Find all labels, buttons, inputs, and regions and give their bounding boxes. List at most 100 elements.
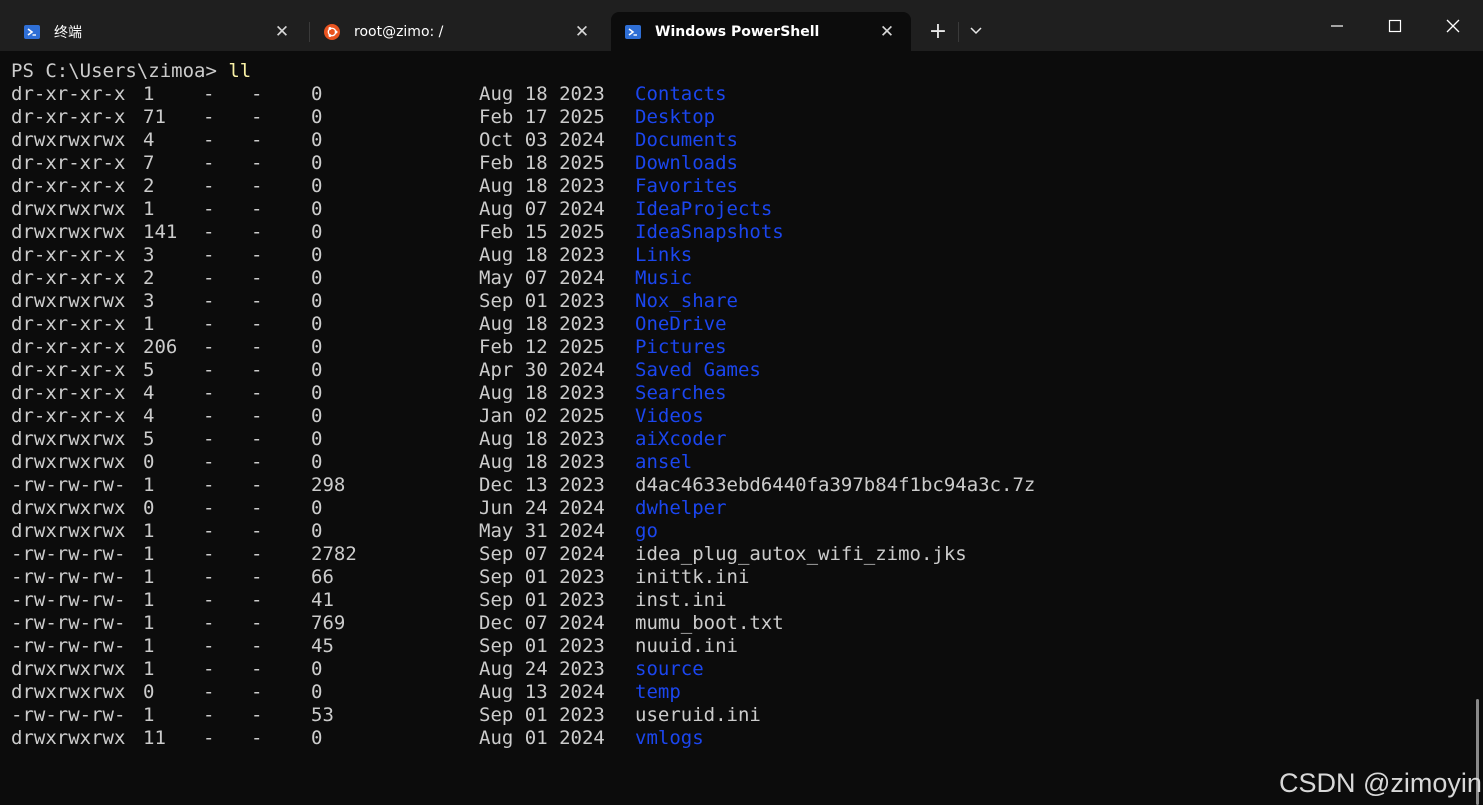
group: - xyxy=(251,198,263,220)
modified-date: Sep 01 2023 xyxy=(479,566,605,588)
group: - xyxy=(251,267,263,289)
link-count: 7 xyxy=(143,152,155,174)
modified-date: Sep 01 2023 xyxy=(479,635,605,657)
group: - xyxy=(251,221,263,243)
file-mode: drwxrwxrwx xyxy=(11,198,126,220)
directory-name: aiXcoder xyxy=(635,428,727,450)
link-count: 1 xyxy=(143,612,155,634)
group: - xyxy=(251,635,263,657)
tab-dropdown-button[interactable] xyxy=(962,17,990,45)
owner: - xyxy=(203,543,215,565)
link-count: 5 xyxy=(143,359,155,381)
owner: - xyxy=(203,106,215,128)
directory-name: IdeaProjects xyxy=(635,198,773,220)
modified-date: May 31 2024 xyxy=(479,520,605,542)
group: - xyxy=(251,405,263,427)
file-mode: dr-xr-xr-x xyxy=(11,382,126,404)
file-size: 0 xyxy=(311,727,323,749)
file-size: 53 xyxy=(311,704,334,726)
minimize-icon xyxy=(1331,25,1343,27)
directory-name: OneDrive xyxy=(635,313,727,335)
group: - xyxy=(251,336,263,358)
file-mode: dr-xr-xr-x xyxy=(11,267,126,289)
tab-ubuntu[interactable]: root@zimo: / ✕ xyxy=(310,12,606,51)
owner: - xyxy=(203,405,215,427)
file-size: 0 xyxy=(311,129,323,151)
group: - xyxy=(251,428,263,450)
file-mode: -rw-rw-rw- xyxy=(11,704,126,726)
owner: - xyxy=(203,497,215,519)
close-tab-icon[interactable]: ✕ xyxy=(570,20,594,44)
link-count: 71 xyxy=(143,106,166,128)
new-tab-button[interactable]: + xyxy=(924,17,952,45)
owner: - xyxy=(203,566,215,588)
maximize-button[interactable] xyxy=(1372,8,1418,44)
tab-terminal[interactable]: 终端 ✕ xyxy=(10,12,306,51)
group: - xyxy=(251,704,263,726)
link-count: 0 xyxy=(143,681,155,703)
typed-command: ll xyxy=(228,60,252,82)
owner: - xyxy=(203,635,215,657)
owner: - xyxy=(203,681,215,703)
tab-windows-powershell[interactable]: Windows PowerShell ✕ xyxy=(611,12,911,51)
directory-name: temp xyxy=(635,681,681,703)
modified-date: Oct 03 2024 xyxy=(479,129,605,151)
close-window-button[interactable] xyxy=(1430,8,1476,44)
group: - xyxy=(251,359,263,381)
file-mode: -rw-rw-rw- xyxy=(11,474,126,496)
file-size: 0 xyxy=(311,198,323,220)
file-name: inittk.ini xyxy=(635,566,750,588)
owner: - xyxy=(203,451,215,473)
modified-date: Aug 18 2023 xyxy=(479,382,605,404)
directory-name: Music xyxy=(635,267,693,289)
group: - xyxy=(251,106,263,128)
link-count: 206 xyxy=(143,336,178,358)
file-mode: -rw-rw-rw- xyxy=(11,589,126,611)
file-mode: dr-xr-xr-x xyxy=(11,359,126,381)
modified-date: Sep 01 2023 xyxy=(479,704,605,726)
group: - xyxy=(251,129,263,151)
owner: - xyxy=(203,704,215,726)
title-bar: 终端 ✕ root@zimo: / ✕ Windows PowerShell ✕… xyxy=(0,0,1483,51)
link-count: 5 xyxy=(143,428,155,450)
file-mode: -rw-rw-rw- xyxy=(11,635,126,657)
modified-date: Feb 15 2025 xyxy=(479,221,605,243)
file-mode: drwxrwxrwx xyxy=(11,428,126,450)
group: - xyxy=(251,313,263,335)
file-mode: drwxrwxrwx xyxy=(11,681,126,703)
owner: - xyxy=(203,290,215,312)
modified-date: Aug 18 2023 xyxy=(479,428,605,450)
file-name: d4ac4633ebd6440fa397b84f1bc94a3c.7z xyxy=(635,474,1036,496)
terminal-output[interactable]: PS C:\Users\zimoa> ll dr-xr-xr-x 1- -0 Aug … xyxy=(0,51,1483,805)
file-size: 0 xyxy=(311,382,323,404)
directory-name: Contacts xyxy=(635,83,727,105)
modified-date: Aug 13 2024 xyxy=(479,681,605,703)
file-mode: drwxrwxrwx xyxy=(11,658,126,680)
link-count: 1 xyxy=(143,704,155,726)
close-tab-icon[interactable]: ✕ xyxy=(270,20,294,44)
owner: - xyxy=(203,727,215,749)
directory-name: Videos xyxy=(635,405,704,427)
minimize-button[interactable] xyxy=(1314,8,1360,44)
modified-date: Aug 18 2023 xyxy=(479,451,605,473)
directory-name: Favorites xyxy=(635,175,738,197)
owner: - xyxy=(203,244,215,266)
directory-name: source xyxy=(635,658,704,680)
group: - xyxy=(251,175,263,197)
file-mode: -rw-rw-rw- xyxy=(11,566,126,588)
link-count: 4 xyxy=(143,382,155,404)
group: - xyxy=(251,658,263,680)
file-size: 0 xyxy=(311,658,323,680)
file-mode: drwxrwxrwx xyxy=(11,520,126,542)
prompt-text: PS C:\Users\zimoa> xyxy=(11,60,229,82)
file-mode: dr-xr-xr-x xyxy=(11,405,126,427)
file-size: 0 xyxy=(311,359,323,381)
chevron-down-icon xyxy=(970,27,982,35)
file-name: useruid.ini xyxy=(635,704,761,726)
file-size: 2782 xyxy=(311,543,357,565)
owner: - xyxy=(203,474,215,496)
close-tab-icon[interactable]: ✕ xyxy=(875,20,899,44)
file-size: 0 xyxy=(311,244,323,266)
link-count: 4 xyxy=(143,129,155,151)
link-count: 2 xyxy=(143,267,155,289)
